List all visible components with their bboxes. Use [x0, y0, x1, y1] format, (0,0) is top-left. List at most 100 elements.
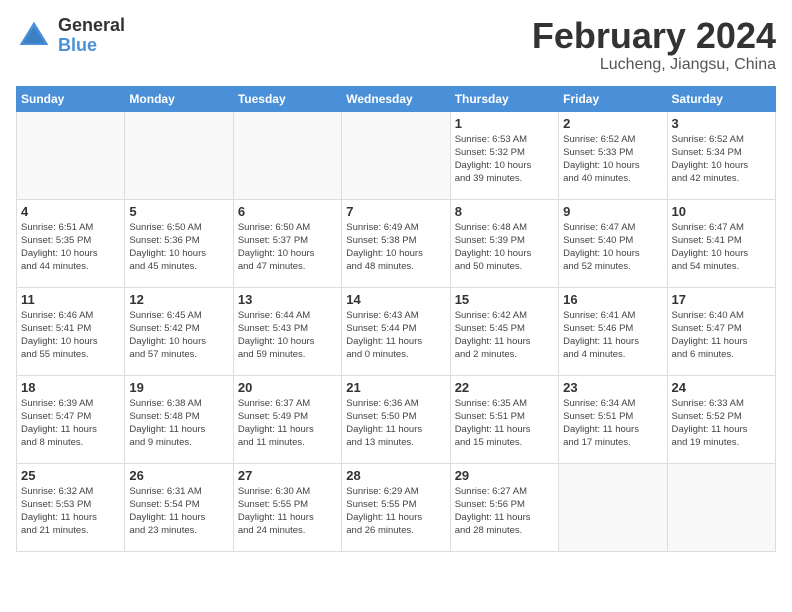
- day-info: Sunrise: 6:50 AM Sunset: 5:36 PM Dayligh…: [129, 221, 228, 274]
- calendar-cell: 4 Sunrise: 6:51 AM Sunset: 5:35 PM Daylig…: [17, 199, 125, 287]
- day-number: 28: [346, 468, 445, 483]
- day-info: Sunrise: 6:52 AM Sunset: 5:33 PM Dayligh…: [563, 133, 662, 186]
- day-number: 26: [129, 468, 228, 483]
- day-number: 7: [346, 204, 445, 219]
- day-number: 10: [672, 204, 771, 219]
- logo-general-text: General: [58, 16, 125, 36]
- calendar-cell: 17 Sunrise: 6:40 AM Sunset: 5:47 PM Dayli…: [667, 287, 775, 375]
- day-number: 23: [563, 380, 662, 395]
- calendar-cell: 24 Sunrise: 6:33 AM Sunset: 5:52 PM Dayli…: [667, 375, 775, 463]
- day-number: 29: [455, 468, 554, 483]
- day-info: Sunrise: 6:37 AM Sunset: 5:49 PM Dayligh…: [238, 397, 337, 450]
- day-number: 1: [455, 116, 554, 131]
- calendar-cell: 9 Sunrise: 6:47 AM Sunset: 5:40 PM Daylig…: [559, 199, 667, 287]
- calendar-cell: [17, 111, 125, 199]
- weekday-header-sunday: Sunday: [17, 86, 125, 111]
- day-info: Sunrise: 6:47 AM Sunset: 5:41 PM Dayligh…: [672, 221, 771, 274]
- calendar-table: SundayMondayTuesdayWednesdayThursdayFrid…: [16, 86, 776, 552]
- day-number: 11: [21, 292, 120, 307]
- day-info: Sunrise: 6:45 AM Sunset: 5:42 PM Dayligh…: [129, 309, 228, 362]
- calendar-cell: 6 Sunrise: 6:50 AM Sunset: 5:37 PM Daylig…: [233, 199, 341, 287]
- day-info: Sunrise: 6:47 AM Sunset: 5:40 PM Dayligh…: [563, 221, 662, 274]
- day-number: 5: [129, 204, 228, 219]
- day-info: Sunrise: 6:44 AM Sunset: 5:43 PM Dayligh…: [238, 309, 337, 362]
- calendar-cell: 8Sunrise: 6:48 AM Sunset: 5:39 PM Daylig…: [450, 199, 558, 287]
- day-info: Sunrise: 6:51 AM Sunset: 5:35 PM Dayligh…: [21, 221, 120, 274]
- calendar-cell: 3 Sunrise: 6:52 AM Sunset: 5:34 PM Daylig…: [667, 111, 775, 199]
- weekday-header-wednesday: Wednesday: [342, 86, 450, 111]
- page-header: General Blue February 2024 Lucheng, Jian…: [16, 16, 776, 74]
- logo: General Blue: [16, 16, 125, 56]
- day-info: Sunrise: 6:40 AM Sunset: 5:47 PM Dayligh…: [672, 309, 771, 362]
- calendar-cell: 28 Sunrise: 6:29 AM Sunset: 5:55 PM Dayli…: [342, 463, 450, 551]
- day-number: 4: [21, 204, 120, 219]
- day-info: Sunrise: 6:50 AM Sunset: 5:37 PM Dayligh…: [238, 221, 337, 274]
- day-number: 3: [672, 116, 771, 131]
- calendar-cell: 2 Sunrise: 6:52 AM Sunset: 5:33 PM Daylig…: [559, 111, 667, 199]
- day-number: 17: [672, 292, 771, 307]
- calendar-cell: 15 Sunrise: 6:42 AM Sunset: 5:45 PM Dayli…: [450, 287, 558, 375]
- calendar-cell: 21 Sunrise: 6:36 AM Sunset: 5:50 PM Dayli…: [342, 375, 450, 463]
- day-info: Sunrise: 6:30 AM Sunset: 5:55 PM Dayligh…: [238, 485, 337, 538]
- weekday-header-tuesday: Tuesday: [233, 86, 341, 111]
- calendar-cell: 10 Sunrise: 6:47 AM Sunset: 5:41 PM Dayli…: [667, 199, 775, 287]
- day-number: 18: [21, 380, 120, 395]
- day-number: 21: [346, 380, 445, 395]
- calendar-cell: 11 Sunrise: 6:46 AM Sunset: 5:41 PM Dayli…: [17, 287, 125, 375]
- day-number: 22: [455, 380, 554, 395]
- week-row-3: 11 Sunrise: 6:46 AM Sunset: 5:41 PM Dayli…: [17, 287, 776, 375]
- day-info: Sunrise: 6:48 AM Sunset: 5:39 PM Dayligh…: [455, 221, 554, 274]
- day-info: Sunrise: 6:29 AM Sunset: 5:55 PM Dayligh…: [346, 485, 445, 538]
- logo-icon: [16, 18, 52, 54]
- week-row-2: 4 Sunrise: 6:51 AM Sunset: 5:35 PM Daylig…: [17, 199, 776, 287]
- day-info: Sunrise: 6:32 AM Sunset: 5:53 PM Dayligh…: [21, 485, 120, 538]
- week-row-1: 1 Sunrise: 6:53 AM Sunset: 5:32 PM Daylig…: [17, 111, 776, 199]
- weekday-header-monday: Monday: [125, 86, 233, 111]
- day-info: Sunrise: 6:36 AM Sunset: 5:50 PM Dayligh…: [346, 397, 445, 450]
- day-number: 9: [563, 204, 662, 219]
- calendar-cell: 1 Sunrise: 6:53 AM Sunset: 5:32 PM Daylig…: [450, 111, 558, 199]
- calendar-cell: 5 Sunrise: 6:50 AM Sunset: 5:36 PM Daylig…: [125, 199, 233, 287]
- day-info: Sunrise: 6:38 AM Sunset: 5:48 PM Dayligh…: [129, 397, 228, 450]
- weekday-header-thursday: Thursday: [450, 86, 558, 111]
- calendar-cell: [667, 463, 775, 551]
- weekday-header-friday: Friday: [559, 86, 667, 111]
- day-number: 13: [238, 292, 337, 307]
- day-info: Sunrise: 6:34 AM Sunset: 5:51 PM Dayligh…: [563, 397, 662, 450]
- calendar-cell: [233, 111, 341, 199]
- day-info: Sunrise: 6:49 AM Sunset: 5:38 PM Dayligh…: [346, 221, 445, 274]
- day-number: 27: [238, 468, 337, 483]
- calendar-cell: 25 Sunrise: 6:32 AM Sunset: 5:53 PM Dayli…: [17, 463, 125, 551]
- day-number: 6: [238, 204, 337, 219]
- day-info: Sunrise: 6:42 AM Sunset: 5:45 PM Dayligh…: [455, 309, 554, 362]
- day-info: Sunrise: 6:41 AM Sunset: 5:46 PM Dayligh…: [563, 309, 662, 362]
- day-number: 24: [672, 380, 771, 395]
- day-number: 16: [563, 292, 662, 307]
- week-row-4: 18Sunrise: 6:39 AM Sunset: 5:47 PM Dayli…: [17, 375, 776, 463]
- day-info: Sunrise: 6:27 AM Sunset: 5:56 PM Dayligh…: [455, 485, 554, 538]
- calendar-cell: [559, 463, 667, 551]
- weekday-header-saturday: Saturday: [667, 86, 775, 111]
- week-row-5: 25 Sunrise: 6:32 AM Sunset: 5:53 PM Dayli…: [17, 463, 776, 551]
- day-number: 19: [129, 380, 228, 395]
- calendar-cell: 20Sunrise: 6:37 AM Sunset: 5:49 PM Dayli…: [233, 375, 341, 463]
- day-number: 15: [455, 292, 554, 307]
- day-info: Sunrise: 6:33 AM Sunset: 5:52 PM Dayligh…: [672, 397, 771, 450]
- weekday-header-row: SundayMondayTuesdayWednesdayThursdayFrid…: [17, 86, 776, 111]
- calendar-cell: 19 Sunrise: 6:38 AM Sunset: 5:48 PM Dayli…: [125, 375, 233, 463]
- calendar-cell: [125, 111, 233, 199]
- day-info: Sunrise: 6:31 AM Sunset: 5:54 PM Dayligh…: [129, 485, 228, 538]
- day-info: Sunrise: 6:46 AM Sunset: 5:41 PM Dayligh…: [21, 309, 120, 362]
- calendar-cell: 7 Sunrise: 6:49 AM Sunset: 5:38 PM Daylig…: [342, 199, 450, 287]
- day-info: Sunrise: 6:53 AM Sunset: 5:32 PM Dayligh…: [455, 133, 554, 186]
- day-number: 2: [563, 116, 662, 131]
- calendar-cell: 18Sunrise: 6:39 AM Sunset: 5:47 PM Dayli…: [17, 375, 125, 463]
- day-info: Sunrise: 6:52 AM Sunset: 5:34 PM Dayligh…: [672, 133, 771, 186]
- day-info: Sunrise: 6:43 AM Sunset: 5:44 PM Dayligh…: [346, 309, 445, 362]
- logo-blue-text: Blue: [58, 36, 125, 56]
- calendar-cell: 13 Sunrise: 6:44 AM Sunset: 5:43 PM Dayli…: [233, 287, 341, 375]
- calendar-cell: 14Sunrise: 6:43 AM Sunset: 5:44 PM Dayli…: [342, 287, 450, 375]
- calendar-cell: 22Sunrise: 6:35 AM Sunset: 5:51 PM Dayli…: [450, 375, 558, 463]
- calendar-cell: 26 Sunrise: 6:31 AM Sunset: 5:54 PM Dayli…: [125, 463, 233, 551]
- day-number: 25: [21, 468, 120, 483]
